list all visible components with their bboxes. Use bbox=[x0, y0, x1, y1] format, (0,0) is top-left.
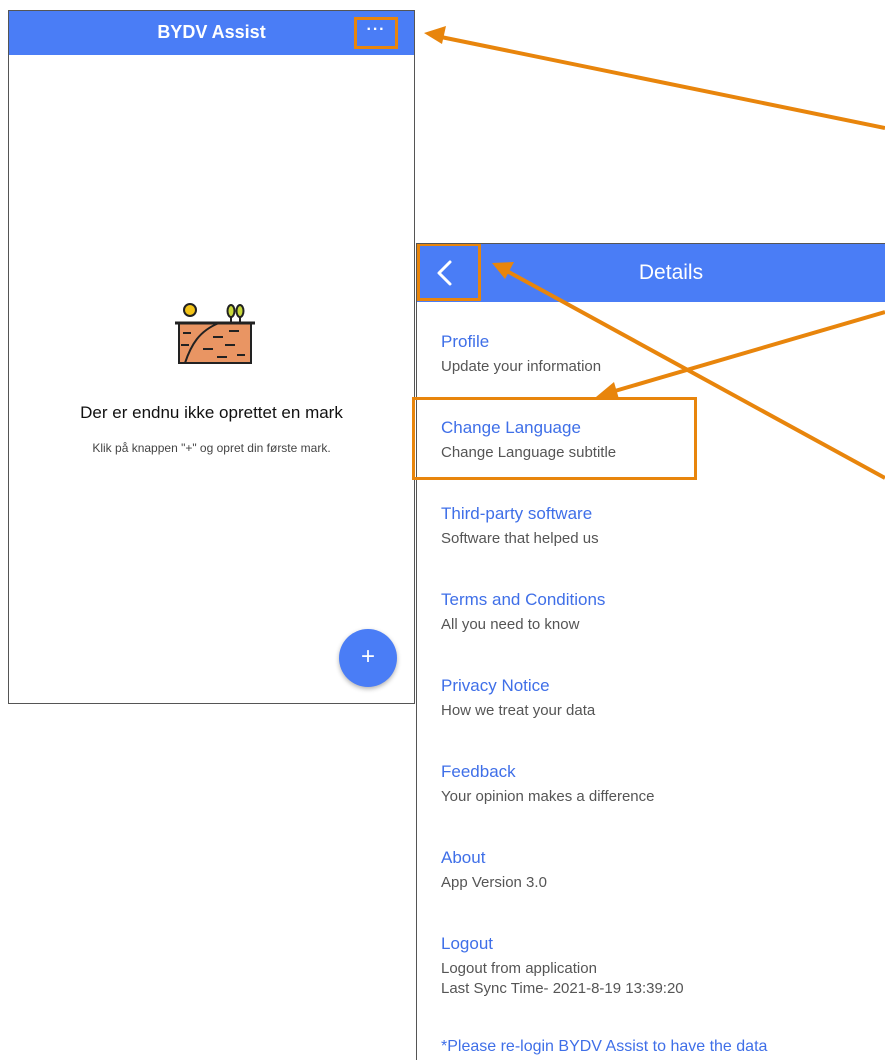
menu-item-change-language[interactable]: Change Language Change Language subtitle bbox=[441, 417, 881, 503]
home-screen: BYDV Assist ··· Der er endnu ikke oprett… bbox=[8, 10, 415, 704]
arrow-to-more-button bbox=[435, 34, 885, 130]
menu-item-profile[interactable]: Profile Update your information bbox=[441, 331, 881, 417]
menu-item-subtitle: Logout from application bbox=[441, 960, 597, 977]
details-header: Details bbox=[417, 244, 885, 302]
page-title: Details bbox=[638, 261, 704, 284]
menu-item-title: Change Language bbox=[441, 418, 581, 437]
menu-item-about[interactable]: About App Version 3.0 bbox=[441, 847, 881, 933]
menu-item-feedback[interactable]: Feedback Your opinion makes a difference bbox=[441, 761, 881, 847]
relogin-note: *Please re-login BYDV Assist to have the… bbox=[441, 1038, 768, 1055]
details-menu: Profile Update your information Change L… bbox=[441, 331, 881, 1019]
menu-item-subtitle: Software that helped us bbox=[441, 530, 599, 547]
menu-item-subtitle: How we treat your data bbox=[441, 702, 596, 719]
home-header: BYDV Assist ··· bbox=[9, 11, 414, 55]
menu-item-title: Third-party software bbox=[441, 504, 593, 523]
add-field-button[interactable]: + bbox=[339, 629, 397, 687]
empty-state-subtitle: Klik på knappen "+" og opret din første … bbox=[92, 441, 331, 455]
menu-item-subtitle: App Version 3.0 bbox=[441, 874, 547, 891]
last-sync-time: Last Sync Time- 2021-8-19 13:39:20 bbox=[441, 980, 684, 997]
menu-item-title: Privacy Notice bbox=[441, 676, 550, 695]
empty-state-title: Der er endnu ikke oprettet en mark bbox=[80, 403, 343, 422]
menu-item-title: Feedback bbox=[441, 762, 516, 781]
menu-item-third-party-software[interactable]: Third-party software Software that helpe… bbox=[441, 503, 881, 589]
menu-item-title: Terms and Conditions bbox=[441, 590, 606, 609]
menu-item-subtitle: Your opinion makes a difference bbox=[441, 788, 655, 805]
menu-item-terms[interactable]: Terms and Conditions All you need to kno… bbox=[441, 589, 881, 675]
menu-item-logout[interactable]: Logout Logout from application Last Sync… bbox=[441, 933, 881, 1019]
arrowhead-more bbox=[424, 26, 446, 44]
chevron-left-icon bbox=[437, 260, 452, 286]
details-screen: Details Profile Update your information … bbox=[416, 243, 885, 1060]
more-options-button[interactable]: ··· bbox=[354, 17, 398, 49]
menu-item-title: Logout bbox=[441, 934, 493, 953]
menu-item-subtitle: All you need to know bbox=[441, 616, 580, 633]
menu-item-subtitle: Change Language subtitle bbox=[441, 444, 617, 461]
menu-item-title: Profile bbox=[441, 332, 490, 351]
menu-item-subtitle: Update your information bbox=[441, 358, 602, 375]
field-soil-icon bbox=[173, 301, 257, 365]
menu-item-title: About bbox=[441, 848, 486, 867]
back-button[interactable] bbox=[417, 244, 481, 301]
menu-item-privacy-notice[interactable]: Privacy Notice How we treat your data bbox=[441, 675, 881, 761]
